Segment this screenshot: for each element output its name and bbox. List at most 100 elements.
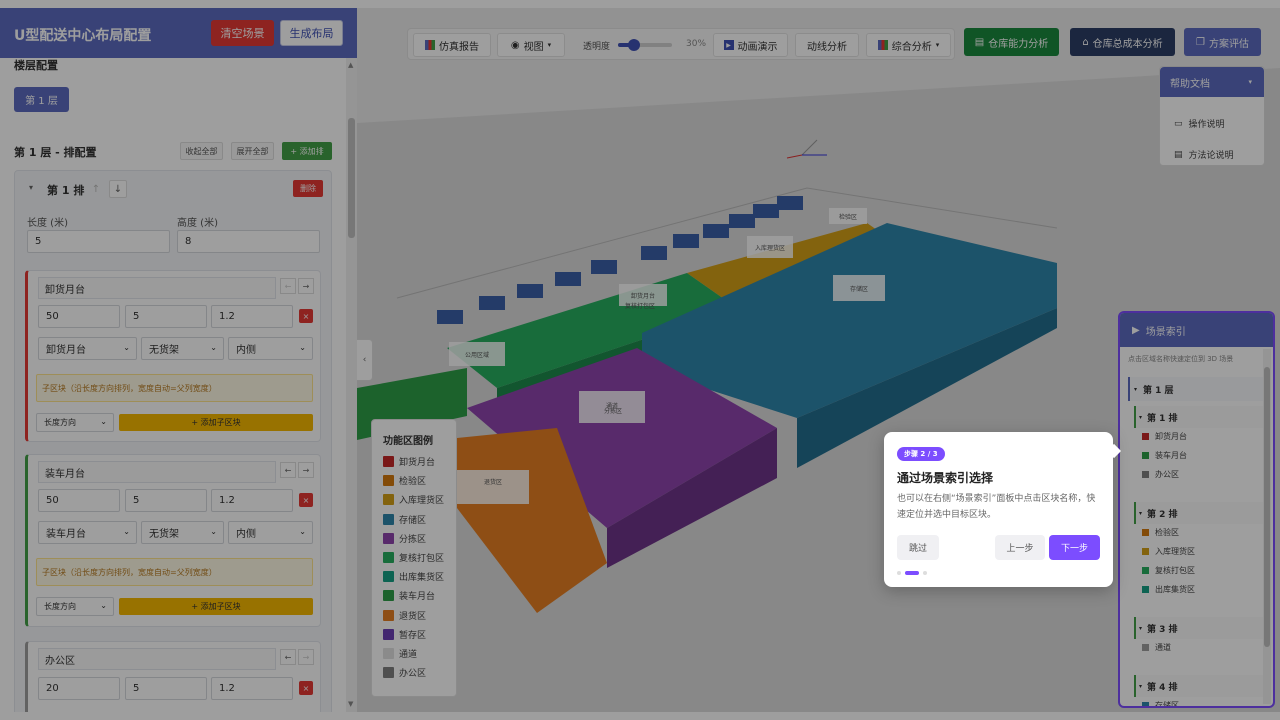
scene-index-item[interactable]: 卸货月台 — [1142, 431, 1187, 442]
block-length-input[interactable]: 50 — [38, 489, 120, 512]
block-length-input[interactable]: 20 — [38, 677, 120, 700]
block-move-left-button[interactable]: ← — [280, 278, 296, 294]
bar-chart-icon — [877, 40, 888, 50]
legend-title: 功能区图例 — [383, 436, 433, 447]
block-height-input[interactable]: 1.2 — [211, 489, 293, 512]
block-name-input[interactable]: 装车月台 — [38, 461, 276, 483]
scene-index-row[interactable]: ▾ 第 3 排 — [1134, 617, 1264, 639]
help-menu-header[interactable]: 帮助文档 ▾ — [1160, 67, 1264, 97]
remove-block-button[interactable]: × — [299, 681, 313, 695]
collapse-panel-button[interactable]: ‹ — [357, 339, 373, 381]
scene-index-title: 场景索引 — [1145, 326, 1186, 338]
opacity-slider[interactable] — [618, 39, 672, 51]
scene-index-row[interactable]: ▾ 第 1 排 — [1134, 406, 1264, 428]
scene-index-item[interactable]: 出库集货区 — [1142, 584, 1195, 595]
overall-analysis-dropdown[interactable]: 综合分析 ▾ — [866, 33, 951, 57]
legend-swatch — [383, 456, 394, 467]
block-move-right-button[interactable]: → — [298, 649, 314, 665]
scene-index-item[interactable]: 复核打包区 — [1142, 565, 1195, 576]
scene-index-item[interactable]: 装车月台 — [1142, 450, 1187, 461]
block-width-input[interactable]: 5 — [125, 677, 207, 700]
caret-down-icon: ▾ — [1139, 509, 1143, 517]
move-up-button[interactable]: ↑ — [87, 180, 105, 198]
collapse-all-button[interactable]: 收起全部 — [180, 142, 223, 160]
block-height-input[interactable]: 1.2 — [211, 677, 293, 700]
add-sub-block-button[interactable]: + 添加子区块 — [119, 598, 313, 615]
row-label: 第 1 排 — [1147, 413, 1178, 424]
view-dropdown[interactable]: ◉ 视图 ▾ — [497, 33, 565, 57]
collapse-caret-icon[interactable]: ▾ — [29, 183, 33, 192]
side-select[interactable]: 内侧 ⌄ — [228, 337, 313, 360]
block-type-select[interactable]: 卸货月台 ⌄ — [38, 337, 137, 360]
help-item-method[interactable]: ▤ 方法论说明 — [1174, 148, 1234, 162]
row-length-input[interactable]: 5 — [27, 230, 170, 253]
side-select[interactable]: 内侧 ⌄ — [228, 521, 313, 544]
rack-type-value: 无货架 — [149, 345, 179, 356]
expand-all-button[interactable]: 展开全部 — [231, 142, 274, 160]
block-move-right-button[interactable]: → — [298, 278, 314, 294]
zone-label-text: 公用区域 — [465, 351, 489, 359]
remove-block-button[interactable]: × — [299, 309, 313, 323]
block-width-input[interactable]: 5 — [125, 305, 207, 328]
add-sub-block-button[interactable]: + 添加子区块 — [119, 414, 313, 431]
flow-analysis-button[interactable]: 动线分析 — [795, 33, 859, 57]
scene-viewport[interactable]: 公用区域 通道 卸货月台 入库理货区 存储区 检验区 分拣区 复核打包区 退货区… — [357, 8, 1280, 712]
clear-scene-button[interactable]: 清空场景 — [211, 20, 274, 46]
config-scroll-area: 楼层配置 第 1 层 第 1 层 - 排配置 收起全部 展开全部 + 添加排 ▾… — [0, 58, 346, 712]
add-row-button[interactable]: + 添加排 — [282, 142, 332, 160]
scene-index-item[interactable]: 存储区 — [1142, 700, 1179, 706]
legend-label: 装车月台 — [399, 592, 436, 603]
scene-index-floor[interactable]: ▾ 第 1 层 — [1128, 377, 1264, 401]
report-button[interactable]: 仿真报告 — [413, 33, 491, 57]
block-name-input[interactable]: 办公区 — [38, 648, 276, 670]
remove-block-button[interactable]: × — [299, 493, 313, 507]
skip-button[interactable]: 跳过 — [897, 535, 939, 560]
block-move-left-button[interactable]: ← — [280, 649, 296, 665]
generate-layout-button[interactable]: 生成布局 — [280, 20, 343, 46]
rack-type-select[interactable]: 无货架 ⌄ — [141, 521, 224, 544]
scene-index-scrollbar[interactable] — [1263, 349, 1271, 704]
scrollbar-thumb[interactable] — [348, 118, 355, 238]
block-name-input[interactable]: 卸货月台 — [38, 277, 276, 299]
zone-swatch — [1142, 567, 1149, 574]
row-title: 第 1 排 — [47, 184, 85, 197]
legend-swatch — [383, 552, 394, 563]
legend-item: 复核打包区 — [383, 551, 444, 564]
delete-row-button[interactable]: 删除 — [293, 180, 323, 197]
move-down-button[interactable]: ↓ — [109, 180, 127, 198]
scroll-up-icon[interactable]: ▲ — [348, 61, 353, 69]
capacity-analysis-button[interactable]: ▤ 仓库能力分析 — [964, 28, 1059, 56]
block-width-input[interactable]: 5 — [125, 489, 207, 512]
opacity-slider-handle[interactable] — [628, 39, 641, 51]
direction-select[interactable]: 长度方向 ⌄ — [36, 597, 114, 616]
zone-label: 卸货月台 — [1155, 432, 1187, 441]
scene-index-item[interactable]: 检验区 — [1142, 527, 1179, 538]
block-height-input[interactable]: 1.2 — [211, 305, 293, 328]
config-scrollbar[interactable]: ▲ ▼ — [346, 58, 357, 712]
scene-index-item[interactable]: 入库理货区 — [1142, 546, 1195, 557]
zone-label: 出库集货区 — [1155, 585, 1195, 594]
truck — [437, 310, 463, 324]
block-length-input[interactable]: 50 — [38, 305, 120, 328]
block-type-select[interactable]: 装车月台 ⌄ — [38, 521, 137, 544]
animation-button[interactable]: ▶ 动画演示 — [713, 33, 788, 57]
row-height-input[interactable]: 8 — [177, 230, 320, 253]
evaluate-button[interactable]: ❐ 方案评估 — [1184, 28, 1261, 56]
block-move-left-button[interactable]: ← — [280, 462, 296, 478]
help-item-guide[interactable]: ▭ 操作说明 — [1174, 117, 1225, 131]
zone-label-text: 复核打包区 — [625, 302, 655, 310]
direction-select[interactable]: 长度方向 ⌄ — [36, 413, 114, 432]
block-move-right-button[interactable]: → — [298, 462, 314, 478]
scene-index-row[interactable]: ▾ 第 2 排 — [1134, 502, 1264, 524]
next-step-button[interactable]: 下一步 — [1049, 535, 1100, 560]
scene-index-item[interactable]: 通道 — [1142, 642, 1171, 653]
scene-index-item[interactable]: 办公区 — [1142, 469, 1179, 480]
scroll-down-icon[interactable]: ▼ — [348, 700, 353, 708]
floor-tab-1[interactable]: 第 1 层 — [14, 87, 69, 112]
cost-analysis-button[interactable]: ⌂ 仓库总成本分析 — [1070, 28, 1175, 56]
scrollbar-thumb[interactable] — [1264, 367, 1270, 647]
prev-step-button[interactable]: 上一步 — [995, 535, 1045, 560]
zone-swatch — [1142, 529, 1149, 536]
rack-type-select[interactable]: 无货架 ⌄ — [141, 337, 224, 360]
scene-index-row[interactable]: ▾ 第 4 排 — [1134, 675, 1264, 697]
